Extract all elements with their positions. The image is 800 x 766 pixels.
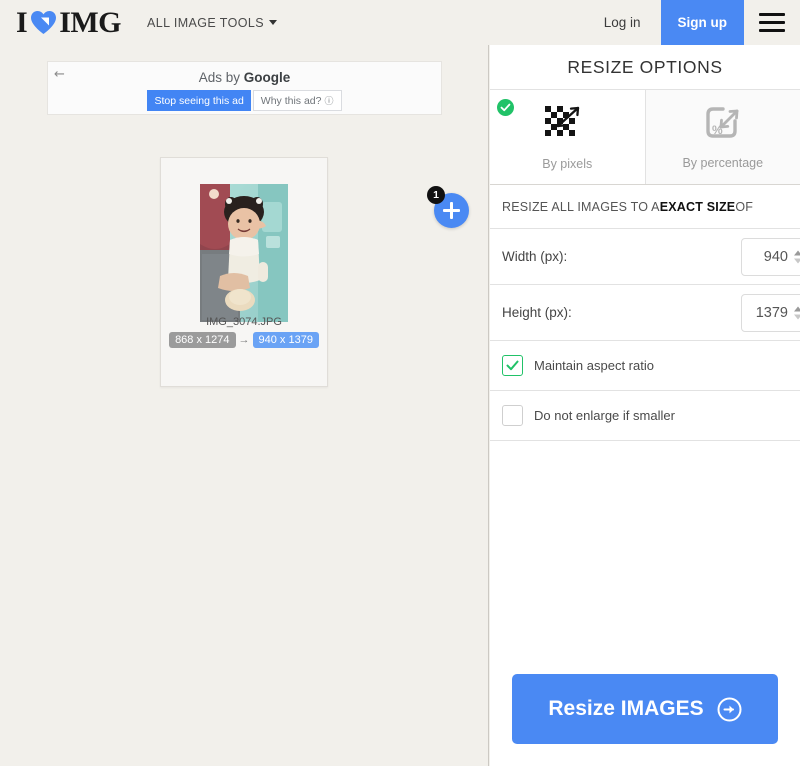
chevron-down-icon[interactable] — [794, 314, 800, 319]
do-not-enlarge-checkbox[interactable] — [502, 405, 523, 426]
hamburger-bar — [759, 13, 785, 16]
section-label: RESIZE ALL IMAGES TO A EXACT SIZE OF — [490, 185, 800, 229]
ad-banner: ← Ads by Google Stop seeing this ad Why … — [47, 61, 442, 115]
resize-images-button[interactable]: Resize IMAGES — [512, 674, 778, 744]
height-label: Height (px): — [502, 305, 572, 320]
tab-by-percentage[interactable]: % By percentage — [645, 90, 800, 184]
app-root: I IMG ALL IMAGE TOOLS Log in Sign up — [0, 0, 800, 766]
height-input[interactable] — [742, 295, 790, 331]
pixels-resize-icon — [544, 104, 590, 151]
thumbnail-image — [200, 184, 288, 322]
tab-by-pixels-label: By pixels — [542, 157, 592, 171]
width-spinner-arrows[interactable] — [794, 250, 800, 263]
arrow-right-circle-icon — [717, 697, 742, 722]
ad-title: Ads by Google — [48, 62, 441, 85]
hamburger-icon[interactable] — [744, 0, 800, 45]
maintain-aspect-ratio-label: Maintain aspect ratio — [534, 358, 654, 373]
ad-title-prefix: Ads by — [199, 70, 244, 85]
width-label: Width (px): — [502, 249, 567, 264]
height-stepper[interactable] — [741, 294, 800, 332]
new-size-badge: 940 x 1379 — [253, 332, 319, 348]
signup-button[interactable]: Sign up — [661, 0, 745, 45]
width-field-row: Width (px): — [490, 229, 800, 285]
do-not-enlarge-label: Do not enlarge if smaller — [534, 408, 675, 423]
svg-text:%: % — [712, 123, 723, 137]
percentage-resize-icon: % — [701, 105, 745, 150]
tab-by-pixels[interactable]: By pixels — [490, 90, 645, 184]
maintain-aspect-ratio-row[interactable]: Maintain aspect ratio — [490, 341, 800, 391]
info-icon: ⓘ — [325, 94, 334, 107]
tab-by-percentage-label: By percentage — [682, 156, 763, 170]
original-size-badge: 868 x 1274 — [169, 332, 235, 348]
hamburger-bar — [759, 29, 785, 32]
submit-area: Resize IMAGES — [490, 674, 800, 766]
logo-text-img: IMG — [59, 6, 121, 40]
nav-all-image-tools[interactable]: ALL IMAGE TOOLS — [147, 16, 277, 30]
ad-title-brand: Google — [244, 70, 291, 85]
options-panel: RESIZE OPTIONS — [490, 45, 800, 766]
width-input[interactable] — [742, 239, 790, 275]
size-badges: 868 x 1274 → 940 x 1379 — [161, 332, 327, 348]
why-this-ad-label: Why this ad? — [261, 95, 322, 107]
nav-all-image-tools-label: ALL IMAGE TOOLS — [147, 16, 264, 30]
section-label-prefix: RESIZE ALL IMAGES TO A — [502, 200, 660, 214]
arrow-right-icon: → — [239, 335, 250, 346]
image-card[interactable]: IMG_3074.JPG 868 x 1274 → 940 x 1379 — [160, 157, 328, 387]
plus-icon — [450, 202, 453, 219]
workspace-area: ← Ads by Google Stop seeing this ad Why … — [0, 45, 489, 766]
section-label-suffix: OF — [735, 200, 753, 214]
site-header: I IMG ALL IMAGE TOOLS Log in Sign up — [0, 0, 800, 45]
ad-buttons: Stop seeing this ad Why this ad? ⓘ — [48, 90, 441, 111]
panel-title: RESIZE OPTIONS — [490, 45, 800, 90]
logo-text-i: I — [16, 6, 27, 40]
resize-images-label: Resize IMAGES — [548, 697, 703, 721]
chevron-up-icon[interactable] — [794, 306, 800, 311]
arrow-left-icon[interactable]: ← — [54, 68, 65, 81]
hamburger-bar — [759, 21, 785, 24]
file-name-label: IMG_3074.JPG — [161, 316, 327, 328]
stop-seeing-ad-button[interactable]: Stop seeing this ad — [147, 90, 250, 111]
check-icon — [497, 99, 514, 116]
heart-icon — [28, 8, 58, 38]
resize-mode-tabs: By pixels % — [490, 90, 800, 185]
do-not-enlarge-row[interactable]: Do not enlarge if smaller — [490, 391, 800, 441]
height-field-row: Height (px): — [490, 285, 800, 341]
site-logo[interactable]: I IMG — [16, 6, 121, 40]
header-actions: Log in Sign up — [584, 0, 800, 45]
section-label-emphasis: EXACT SIZE — [660, 200, 736, 214]
chevron-down-icon[interactable] — [794, 258, 800, 263]
chevron-up-icon[interactable] — [794, 250, 800, 255]
image-count-badge: 1 — [427, 186, 445, 204]
why-this-ad-button[interactable]: Why this ad? ⓘ — [253, 90, 342, 111]
login-button[interactable]: Log in — [584, 0, 661, 45]
chevron-down-icon — [269, 20, 277, 25]
width-stepper[interactable] — [741, 238, 800, 276]
maintain-aspect-ratio-checkbox[interactable] — [502, 355, 523, 376]
height-spinner-arrows[interactable] — [794, 306, 800, 319]
